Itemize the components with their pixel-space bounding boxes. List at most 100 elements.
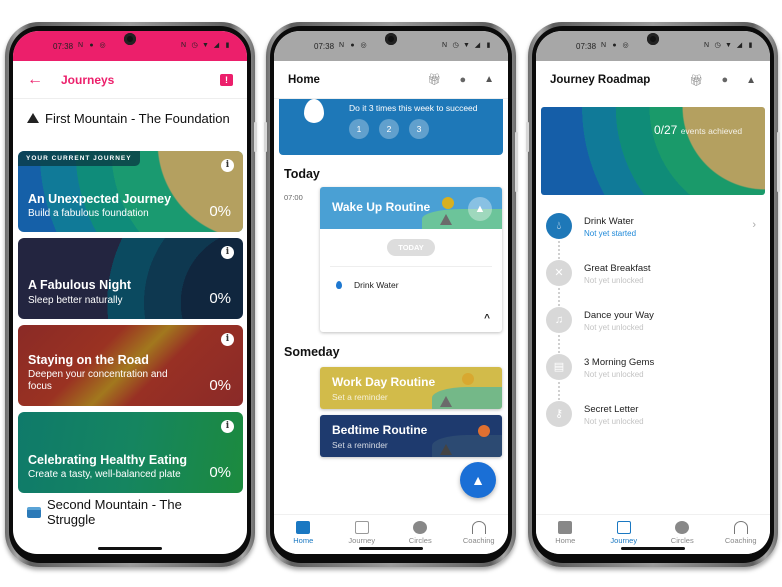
roadmap-banner: 0/27 events achieved	[541, 107, 765, 195]
nfc-icon: N	[339, 42, 345, 49]
habit-row[interactable]: Drink Water	[320, 267, 502, 290]
home-indicator[interactable]	[621, 547, 685, 550]
flame-icon: ●	[89, 42, 94, 49]
rocket-icon[interactable]: ▲	[468, 197, 492, 221]
gift-icon[interactable]: 🎁︎	[427, 73, 441, 86]
journey-progress: 0%	[209, 290, 231, 307]
rocket-fab-button[interactable]: ▲	[460, 462, 496, 498]
feedback-icon[interactable]: !	[220, 73, 233, 86]
scroll-icon: ▤	[546, 354, 572, 380]
journey-card[interactable]: i Staying on the Road Deepen your concen…	[18, 325, 243, 406]
mountain-title: First Mountain - The Foundation	[45, 110, 230, 126]
info-icon[interactable]: i	[221, 333, 234, 346]
gauge-icon	[471, 521, 486, 534]
wifi-icon: ▼	[725, 42, 732, 49]
circles-icon	[675, 521, 690, 534]
step-circle[interactable]: 2	[379, 119, 399, 139]
signal-icon: ◢	[213, 42, 220, 49]
drop-icon: 💧︎	[546, 213, 572, 239]
home-indicator[interactable]	[359, 547, 423, 550]
camera-hole	[124, 33, 136, 45]
journeys-screen: 07:38 N ● ◎ N ◷ ▼ ◢ ▮ ← Journeys ! First Mounta…	[13, 31, 247, 554]
volume-button	[526, 122, 529, 152]
step-status: Not yet unlocked	[584, 276, 644, 285]
gauge-icon	[733, 521, 748, 534]
app-bar: ← Journeys !	[13, 61, 247, 99]
journey-card[interactable]: i Celebrating Healthy Eating Create a ta…	[18, 412, 243, 493]
journey-title: A Fabulous Night	[28, 278, 131, 292]
journey-title: An Unexpected Journey	[28, 192, 172, 206]
journey-progress: 0%	[209, 203, 231, 220]
routine-subtitle: Set a reminder	[332, 440, 388, 450]
profile-icon[interactable]: ●	[721, 74, 728, 86]
work-day-routine-card[interactable]: Work Day Routine Set a reminder	[320, 367, 502, 409]
flame-icon: ●	[612, 42, 617, 49]
home-icon	[296, 521, 311, 534]
sun-icon	[462, 373, 474, 385]
bedtime-routine-card[interactable]: Bedtime Routine Set a reminder	[320, 415, 502, 457]
journey-progress: 0%	[209, 464, 231, 481]
battery-icon: ▮	[486, 42, 491, 49]
today-pill: TODAY	[387, 239, 435, 256]
wifi-icon: ▼	[463, 42, 470, 49]
step-circle[interactable]: 3	[409, 119, 429, 139]
info-icon[interactable]: i	[221, 246, 234, 259]
home-icon	[558, 521, 573, 534]
nav-home[interactable]: Home	[536, 515, 595, 554]
step-title: Drink Water	[584, 216, 634, 227]
nav-coaching[interactable]: Coaching	[450, 515, 509, 554]
chevron-right-icon: ›	[752, 219, 756, 231]
home-indicator[interactable]	[98, 547, 162, 550]
wake-up-routine-card[interactable]: Wake Up Routine ▲ TODAY Drink Water ^	[320, 187, 502, 332]
journey-card[interactable]: i A Fabulous Night Sleep better naturall…	[18, 238, 243, 319]
alarm-icon: ◷	[452, 42, 459, 49]
journey-card[interactable]: YOUR CURRENT JOURNEY i An Unexpected Jou…	[18, 151, 243, 232]
step-title: Great Breakfast	[584, 263, 651, 274]
roadmap-step[interactable]: 💧︎ Drink Water Not yet started ›	[536, 213, 770, 253]
moon-icon	[478, 425, 490, 437]
back-arrow-icon[interactable]: ←	[27, 71, 43, 89]
step-status: Not yet unlocked	[584, 323, 644, 332]
battery-icon: ▮	[225, 42, 230, 49]
info-icon[interactable]: i	[221, 420, 234, 433]
water-drop-icon	[336, 281, 342, 289]
roadmap-step[interactable]: ✕ Great Breakfast Not yet unlocked	[536, 260, 770, 300]
map-icon	[616, 521, 631, 534]
gift-icon[interactable]: 🎁︎	[689, 74, 703, 87]
nfc-icon: N	[78, 42, 84, 49]
volume-button	[264, 122, 267, 152]
instagram-icon: ◎	[99, 42, 106, 49]
someday-heading: Someday	[284, 345, 340, 359]
current-journey-badge: YOUR CURRENT JOURNEY	[18, 151, 140, 166]
habit-name: Drink Water	[354, 280, 399, 290]
app-bar: Home 🎁︎ ● ▲	[274, 61, 508, 99]
power-button	[254, 122, 257, 152]
progress-steps: 1 2 3	[349, 119, 429, 139]
collapse-icon[interactable]: ^	[484, 313, 490, 324]
home-screen: 07:38 N ● ◎ N ◷ ▼ ◢ ▮ Home 🎁︎ ● ▲ Do it 3 times…	[274, 31, 508, 554]
power-button	[515, 132, 518, 192]
today-heading: Today	[284, 167, 320, 181]
journey-subtitle: Build a fabulous foundation	[28, 208, 149, 219]
map-icon	[354, 521, 369, 534]
mountains-icon[interactable]: ▲	[746, 75, 756, 86]
nfc-icon: N	[601, 42, 607, 49]
roadmap-step[interactable]: ⚷ Secret Letter Not yet unlocked	[536, 401, 770, 441]
nav-coaching[interactable]: Coaching	[712, 515, 771, 554]
mountains-icon[interactable]: ▲	[484, 74, 494, 85]
mountain-title: Second Mountain - The Struggle	[46, 497, 182, 527]
nfc-icon: N	[180, 42, 187, 49]
nfc-icon: N	[441, 42, 448, 49]
nfc-icon: N	[703, 42, 710, 49]
step-circle[interactable]: 1	[349, 119, 369, 139]
roadmap-step[interactable]: ♫ Dance your Way Not yet unlocked	[536, 307, 770, 347]
roadmap-step[interactable]: ▤ 3 Morning Gems Not yet unlocked	[536, 354, 770, 394]
profile-icon[interactable]: ●	[459, 74, 466, 86]
mountain-icon	[27, 113, 39, 123]
wifi-icon: ▼	[202, 42, 209, 49]
info-icon[interactable]: i	[221, 159, 234, 172]
habit-banner[interactable]: Do it 3 times this week to succeed 1 2 3	[279, 99, 503, 155]
circles-icon	[413, 521, 428, 534]
status-bar: 07:38 N ● ◎ N ◷ ▼ ◢ ▮	[274, 31, 508, 61]
nav-home[interactable]: Home	[274, 515, 333, 554]
